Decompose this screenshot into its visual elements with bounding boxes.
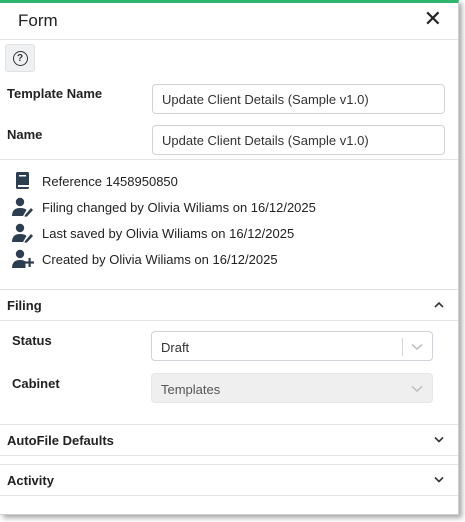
section-filing-header[interactable]: Filing — [0, 289, 458, 321]
cabinet-label: Cabinet — [12, 376, 60, 391]
form-panel: Form ✕ ? Template Name Name Reference 14… — [0, 0, 459, 515]
user-plus-icon — [12, 249, 34, 268]
toolbar: ? — [0, 40, 458, 76]
info-list: Reference 1458950850 Filing changed by O… — [0, 160, 458, 282]
info-last-saved: Last saved by Olivia Wiliams on 16/12/20… — [0, 222, 458, 248]
panel-header: Form ✕ — [0, 3, 458, 40]
status-value: Draft — [161, 340, 190, 355]
name-input[interactable] — [152, 125, 445, 155]
select-separator — [402, 338, 403, 356]
section-activity-header[interactable]: Activity — [0, 464, 458, 496]
template-name-row: Template Name — [0, 76, 458, 117]
user-edit-icon — [12, 223, 33, 243]
chevron-up-icon — [434, 301, 444, 308]
filing-body: Status Draft Cabinet Templates — [0, 321, 458, 417]
status-label: Status — [12, 333, 52, 348]
panel-title: Form — [18, 11, 58, 30]
name-row: Name — [0, 117, 458, 158]
info-created: Created by Olivia Wiliams on 16/12/2025 — [0, 248, 458, 274]
section-filing-title: Filing — [7, 298, 42, 313]
chevron-down-icon — [411, 343, 423, 351]
help-button[interactable]: ? — [5, 44, 35, 72]
info-filing-changed: Filing changed by Olivia Wiliams on 16/1… — [0, 196, 458, 222]
reference-text: Reference 1458950850 — [42, 174, 178, 189]
chevron-down-icon — [411, 385, 423, 393]
status-select[interactable]: Draft — [151, 331, 433, 361]
book-icon — [16, 172, 29, 189]
section-autofile-header[interactable]: AutoFile Defaults — [0, 424, 458, 456]
user-edit-icon — [12, 197, 33, 217]
template-name-label: Template Name — [7, 86, 103, 101]
section-activity-title: Activity — [7, 473, 54, 488]
template-name-input[interactable] — [152, 84, 445, 114]
cabinet-select: Templates — [151, 373, 433, 403]
chevron-down-icon — [434, 476, 444, 483]
filing-changed-text: Filing changed by Olivia Wiliams on 16/1… — [42, 200, 316, 215]
created-text: Created by Olivia Wiliams on 16/12/2025 — [42, 252, 278, 267]
info-reference: Reference 1458950850 — [0, 170, 458, 196]
close-icon[interactable]: ✕ — [424, 8, 442, 30]
section-autofile-title: AutoFile Defaults — [7, 433, 114, 448]
name-label: Name — [7, 127, 43, 142]
last-saved-text: Last saved by Olivia Wiliams on 16/12/20… — [42, 226, 295, 241]
help-circle-icon: ? — [12, 50, 28, 66]
chevron-down-icon — [434, 436, 444, 443]
cabinet-value: Templates — [161, 382, 221, 397]
